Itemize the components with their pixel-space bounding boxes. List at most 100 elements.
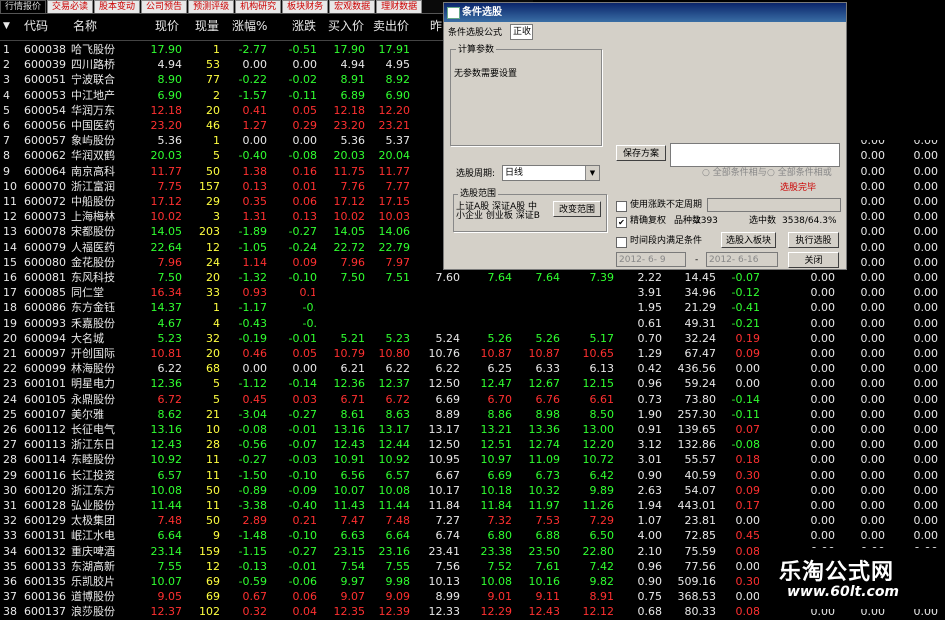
- table-row[interactable]: 27 600113 浙江东日 12.43 28 -0.56 -0.07 12.43 12.44 1…: [0, 437, 945, 453]
- header-ask[interactable]: 卖出价: [373, 13, 409, 40]
- cell-price: 11.77: [150, 164, 183, 178]
- cell-i: 33: [3, 529, 17, 543]
- tab-2[interactable]: 股本变动: [94, 0, 141, 13]
- table-row[interactable]: 16 600081 东风科技 7.50 20 -1.32 -0.10 7.50 7.51 7.60…: [0, 270, 945, 286]
- run-screen-button[interactable]: 执行选股: [788, 232, 839, 248]
- header-name[interactable]: 名称: [73, 13, 97, 40]
- table-row[interactable]: 26 600112 长征电气 13.16 10 -0.08 -0.01 13.16 13.17 1…: [0, 422, 945, 438]
- add-to-block-button[interactable]: 选股入板块: [721, 232, 776, 248]
- cell-name: 浙江东方: [71, 483, 115, 497]
- header-bid[interactable]: 买入价: [328, 13, 364, 40]
- tab-6[interactable]: 板块财务: [282, 0, 329, 13]
- save-scheme-button[interactable]: 保存方案: [616, 145, 666, 161]
- cell-vol: 21: [206, 407, 220, 421]
- header-change-pct[interactable]: 涨幅%: [232, 13, 267, 40]
- cell-price: 5.23: [157, 331, 183, 345]
- table-row[interactable]: 29 600116 长江投资 6.57 11 -1.50 -0.10 6.56 6.57 6.67…: [0, 468, 945, 484]
- cell-ask: 10.08: [378, 483, 411, 497]
- change-range-button[interactable]: 改变范围: [553, 201, 601, 217]
- header-volume[interactable]: 现量: [195, 13, 219, 40]
- table-row[interactable]: 24 600105 永鼎股份 6.72 5 0.45 0.03 6.71 6.72 6.69 6.7…: [0, 392, 945, 408]
- table-row[interactable]: 21 600097 开创国际 10.81 20 0.46 0.05 10.79 10.80 10.…: [0, 346, 945, 362]
- cell-i: 35: [3, 559, 17, 573]
- cell-code: 600081: [24, 271, 66, 284]
- header-code[interactable]: 代码: [24, 13, 48, 40]
- cell-extra-9: 0.00: [860, 392, 886, 406]
- table-row[interactable]: 25 600107 美尔雅 8.62 21 -3.04 -0.27 8.61 8.63 8.89 8…: [0, 407, 945, 423]
- cell-extra-3: 10.65: [582, 347, 615, 360]
- cell-extra-2: 10.32: [528, 483, 561, 497]
- tab-0[interactable]: 行情报价: [0, 0, 47, 13]
- cell-extra-3: 7.39: [589, 271, 615, 284]
- header-prev-close[interactable]: 昨: [430, 13, 442, 40]
- cell-extra-1: 10.87: [480, 347, 513, 360]
- table-row[interactable]: 23 600101 明星电力 12.36 5 -1.12 -0.14 12.36 12.37 12…: [0, 376, 945, 392]
- cell-name: 中船股份: [71, 195, 115, 208]
- tab-1[interactable]: 交易必读: [47, 0, 94, 13]
- tab-4[interactable]: 预测评级: [188, 0, 235, 13]
- irregular-period-field[interactable]: [707, 198, 841, 212]
- cell-vol: 77: [206, 73, 220, 87]
- cell-extra-10: 0.00: [913, 529, 939, 543]
- cell-extra-10: 0.00: [913, 301, 939, 315]
- cell-code: 600101: [24, 377, 66, 391]
- cell-price: 20.03: [150, 149, 183, 163]
- sort-arrow-icon[interactable]: ▼: [3, 13, 10, 40]
- selected-label: 选中数: [749, 216, 777, 226]
- radio-or-option[interactable]: ○ 全部条件相或: [767, 167, 832, 179]
- table-row[interactable]: 31 600128 弘业股份 11.44 11 -3.38 -0.40 11.43 11.44 1…: [0, 498, 945, 514]
- cell-extra-2: 12.43: [528, 605, 561, 619]
- cell-pct: 0.32: [242, 605, 268, 619]
- cell-extra-6: -0.07: [731, 271, 760, 284]
- cell-extra-3: 6.42: [589, 468, 615, 482]
- cell-extra-2: 12.74: [528, 438, 561, 452]
- cell-extra-5: 77.56: [684, 559, 717, 573]
- cell-extra-3: 10.72: [582, 453, 615, 467]
- cell-chg: -0.40: [288, 499, 317, 512]
- cell-name: 林海股份: [71, 362, 115, 376]
- chevron-down-icon[interactable]: ▼: [585, 166, 599, 180]
- dialog-title[interactable]: 条件选股: [444, 3, 846, 22]
- table-row[interactable]: 22 600099 林海股份 6.22 68 0.00 0.00 6.21 6.22 6.22 6.…: [0, 361, 945, 377]
- cell-bid: 10.91: [333, 453, 366, 467]
- date-to-field[interactable]: 2012- 6-16: [706, 252, 778, 267]
- radio-and-option[interactable]: ○ 全部条件相与: [702, 167, 767, 179]
- cell-price: 10.07: [150, 575, 183, 588]
- cell-vol: 1: [213, 134, 220, 148]
- cell-extra-1: 7.64: [487, 271, 513, 284]
- table-row[interactable]: 30 600120 浙江东方 10.08 50 -0.89 -0.09 10.07 10.08 1…: [0, 483, 945, 499]
- cell-bid: 6.71: [340, 392, 366, 406]
- tab-3[interactable]: 公司预告: [141, 0, 188, 13]
- table-row[interactable]: 32 600129 太极集团 7.48 50 2.89 0.21 7.47 7.48 7.27 7.…: [0, 513, 945, 529]
- cell-extra-3: 6.50: [589, 529, 615, 543]
- table-row[interactable]: 20 600094 大名城 5.23 32 -0.19 -0.01 5.21 5.23 5.24 5…: [0, 331, 945, 347]
- cell-bid: 6.63: [340, 529, 366, 543]
- irregular-period-checkbox[interactable]: [616, 201, 627, 212]
- table-row[interactable]: 33 600131 岷江水电 6.64 9 -1.48 -0.10 6.63 6.64 6.74 6…: [0, 528, 945, 544]
- cell-price: 10.08: [150, 483, 183, 497]
- time-range-checkbox[interactable]: [616, 237, 627, 248]
- date-from-field[interactable]: 2012- 6- 9: [616, 252, 686, 267]
- cell-ask: 8.63: [385, 407, 411, 421]
- cell-vol: 159: [199, 544, 220, 558]
- cell-extra-9: 0.00: [860, 301, 886, 315]
- table-row[interactable]: 28 600114 东睦股份 10.92 11 -0.27 -0.03 10.91 10.92 1…: [0, 452, 945, 468]
- header-price[interactable]: 现价: [155, 13, 179, 40]
- cell-code: 600080: [24, 255, 66, 269]
- tab-8[interactable]: 理财数据: [376, 0, 423, 13]
- close-button[interactable]: 关闭: [788, 252, 839, 268]
- formula-select[interactable]: 正收: [510, 24, 533, 40]
- header-change[interactable]: 涨跌: [292, 13, 316, 40]
- tab-7[interactable]: 宏观数据: [329, 0, 376, 13]
- cell-extra-6: 0.30: [735, 575, 761, 588]
- cell-ask: 11.44: [378, 499, 411, 512]
- period-select[interactable]: 日线 ▼: [502, 165, 600, 181]
- cell-bid: 8.61: [340, 407, 366, 421]
- cell-extra-4: 0.96: [637, 559, 663, 573]
- cell-extra-6: 0.17: [735, 499, 761, 512]
- tab-5[interactable]: 机构研究: [235, 0, 282, 13]
- exact-adjust-checkbox[interactable]: ✔: [616, 217, 627, 228]
- cell-extra-1: 10.18: [480, 483, 513, 497]
- cell-chg: 0.06: [292, 195, 318, 208]
- cell-ask: 10.92: [378, 453, 411, 467]
